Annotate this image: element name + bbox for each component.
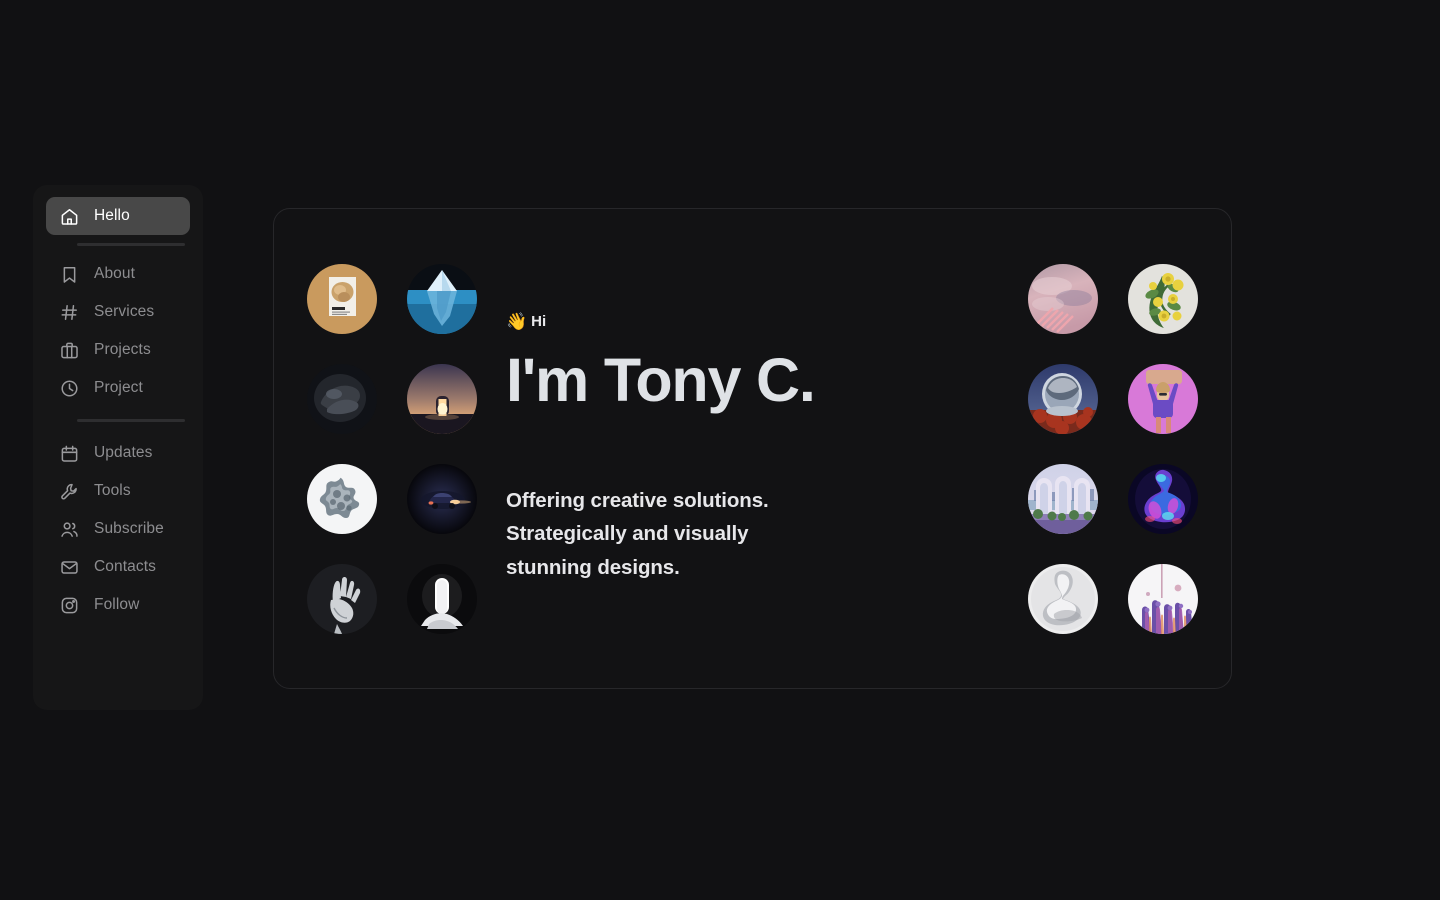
calendar-icon — [60, 444, 79, 463]
sunset-doorway-thumbnail[interactable] — [407, 363, 477, 434]
sidebar-item-label: Projects — [94, 341, 151, 359]
purple-drip-thumbnail[interactable] — [1128, 563, 1198, 634]
hero-subtitle: Offering creative solutions. Strategical… — [506, 484, 1008, 584]
sidebar-item-label: Tools — [94, 482, 131, 500]
white-statue-thumbnail[interactable] — [1028, 563, 1098, 634]
hash-icon — [60, 303, 79, 322]
hero-subtitle-line: stunning designs. — [506, 555, 680, 579]
sidebar-item-label: About — [94, 265, 136, 283]
venus-poster-thumbnail[interactable] — [307, 263, 377, 334]
left-gallery — [307, 263, 477, 634]
sidebar-item-follow[interactable]: Follow — [46, 586, 190, 624]
yellow-flowers-thumbnail[interactable] — [1128, 263, 1198, 334]
briefcase-icon — [60, 341, 79, 360]
right-gallery — [1028, 263, 1198, 634]
users-icon — [60, 520, 79, 539]
sidebar-item-tools[interactable]: Tools — [46, 472, 190, 510]
purple-figure-thumbnail[interactable] — [1128, 363, 1198, 434]
neon-bust-thumbnail[interactable] — [1128, 463, 1198, 534]
sidebar-item-updates[interactable]: Updates — [46, 434, 190, 472]
night-car-thumbnail[interactable] — [407, 463, 477, 534]
sidebar-item-hello[interactable]: Hello — [46, 197, 190, 235]
sidebar: Hello About Services Projects Project Up… — [33, 185, 203, 710]
sidebar-item-project[interactable]: Project — [46, 369, 190, 407]
sidebar-item-contacts[interactable]: Contacts — [46, 548, 190, 586]
sidebar-item-label: Updates — [94, 444, 153, 462]
sidebar-item-label: Hello — [94, 207, 130, 225]
dark-abstract-form-thumbnail[interactable] — [307, 363, 377, 434]
hero-card: 👋 Hi I'm Tony C. Offering creative solut… — [273, 208, 1232, 689]
clock-icon — [60, 379, 79, 398]
white-arch-light-thumbnail[interactable] — [407, 563, 477, 634]
greeting-text: Hi — [531, 312, 547, 330]
sidebar-item-label: Subscribe — [94, 520, 164, 538]
sidebar-item-subscribe[interactable]: Subscribe — [46, 510, 190, 548]
mail-icon — [60, 558, 79, 577]
instagram-icon — [60, 596, 79, 615]
home-icon — [60, 207, 79, 226]
hero-subtitle-line: Strategically and visually — [506, 522, 749, 546]
hero-text-block: 👋 Hi I'm Tony C. Offering creative solut… — [477, 313, 1028, 584]
hero-subtitle-line: Offering creative solutions. — [506, 488, 769, 512]
sidebar-divider-bottom — [77, 419, 185, 422]
silver-hand-thumbnail[interactable] — [307, 563, 377, 634]
white-coral-thumbnail[interactable] — [307, 463, 377, 534]
app-screen: Hello About Services Projects Project Up… — [0, 0, 1440, 900]
arches-landscape-thumbnail[interactable] — [1028, 463, 1098, 534]
sidebar-item-services[interactable]: Services — [46, 293, 190, 331]
page-title: I'm Tony C. — [506, 345, 816, 414]
pink-sky-thumbnail[interactable] — [1028, 263, 1098, 334]
wrench-icon — [60, 482, 79, 501]
sidebar-item-label: Project — [94, 379, 143, 397]
sidebar-item-label: Contacts — [94, 558, 156, 576]
sidebar-divider-top — [77, 243, 185, 246]
iceberg-thumbnail[interactable] — [407, 263, 477, 334]
sidebar-item-label: Follow — [94, 596, 140, 614]
greeting-line: 👋 Hi — [506, 313, 1008, 330]
astronaut-helmet-thumbnail[interactable] — [1028, 363, 1098, 434]
sidebar-item-label: Services — [94, 303, 155, 321]
waving-hand-icon: 👋 — [506, 311, 528, 331]
sidebar-item-about[interactable]: About — [46, 255, 190, 293]
bookmark-icon — [60, 265, 79, 284]
sidebar-item-projects[interactable]: Projects — [46, 331, 190, 369]
